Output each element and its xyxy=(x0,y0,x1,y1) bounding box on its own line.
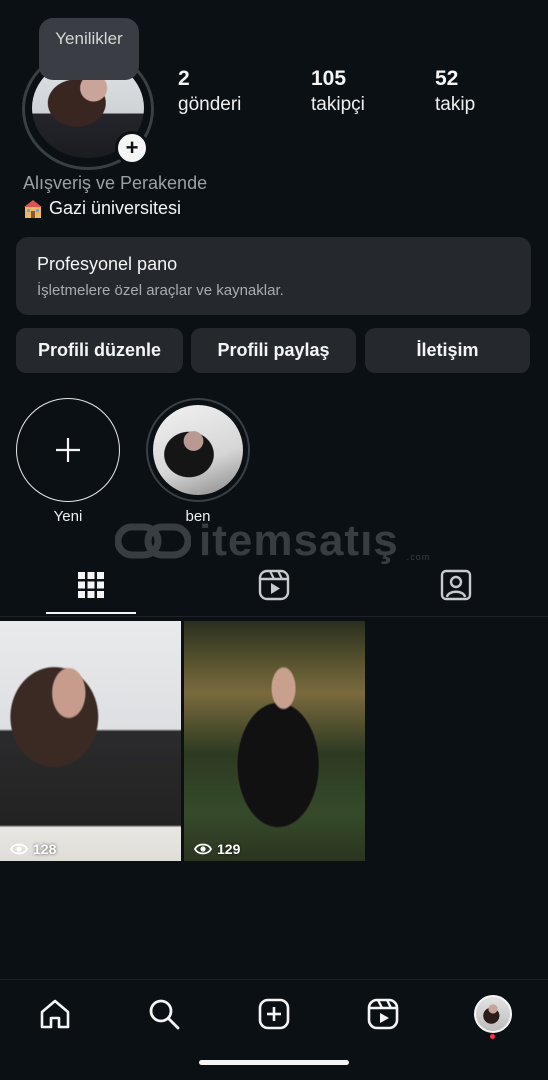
following-stat[interactable]: 52 takip xyxy=(435,66,475,118)
watermark-suffix: .com xyxy=(406,552,431,562)
nav-divider xyxy=(0,979,548,980)
reels-icon xyxy=(367,998,399,1030)
share-profile-button[interactable]: Profili paylaş xyxy=(191,328,356,373)
new-highlight-button[interactable] xyxy=(16,398,120,502)
post-view-count: 129 xyxy=(217,841,241,857)
pro-dashboard-subtitle: İşletmelere özel araçlar ve kaynaklar. xyxy=(37,282,284,299)
post-thumbnail[interactable]: 129 xyxy=(184,621,365,861)
notification-dot xyxy=(490,1034,495,1039)
tagged-icon xyxy=(440,569,472,601)
school-name: Gazi üniversitesi xyxy=(49,198,182,218)
watermark: itemsatış .com xyxy=(115,513,430,568)
edit-profile-button[interactable]: Profili düzenle xyxy=(16,328,183,373)
followers-label: takipçi xyxy=(311,94,365,115)
eye-icon xyxy=(194,843,212,855)
nav-reels[interactable] xyxy=(358,990,408,1038)
posts-label: gönderi xyxy=(178,94,242,115)
post-thumbnail[interactable]: 128 xyxy=(0,621,181,861)
plus-icon xyxy=(56,438,80,462)
nav-search[interactable] xyxy=(139,990,189,1038)
professional-dashboard-card[interactable]: Profesyonel pano İşletmelere özel araçla… xyxy=(16,237,531,315)
reels-icon xyxy=(258,569,290,601)
create-post-icon xyxy=(258,998,290,1030)
tab-tagged[interactable] xyxy=(433,562,479,608)
nav-profile[interactable] xyxy=(468,990,518,1038)
active-tab-indicator xyxy=(46,612,136,614)
posts-count: 2 xyxy=(178,67,190,90)
followers-count: 105 xyxy=(311,67,347,90)
home-indicator xyxy=(199,1060,349,1065)
eye-icon xyxy=(10,843,28,855)
highlight-cover-image[interactable] xyxy=(153,405,243,495)
home-icon xyxy=(40,999,70,1029)
profile-category: Alışveriş ve Perakende xyxy=(23,173,208,193)
posts-stat[interactable]: 2 gönderi xyxy=(178,66,241,118)
school-emoji-icon xyxy=(24,199,42,218)
following-label: takip xyxy=(435,94,476,115)
post-views: 128 xyxy=(10,841,56,857)
nav-create[interactable] xyxy=(249,990,299,1038)
post-views: 129 xyxy=(194,841,240,857)
pro-dashboard-title: Profesyonel pano xyxy=(37,254,178,274)
search-icon xyxy=(149,999,180,1030)
highlight-label-new: Yeni xyxy=(53,508,83,525)
followers-stat[interactable]: 105 takipçi xyxy=(311,66,365,118)
profile-school: Gazi üniversitesi xyxy=(23,198,181,219)
contact-button[interactable]: İletişim xyxy=(365,328,530,373)
watermark-logo-icon xyxy=(115,523,191,558)
tab-grid[interactable] xyxy=(68,562,114,608)
tab-reels[interactable] xyxy=(251,562,297,608)
whats-new-tooltip[interactable]: Yenilikler xyxy=(39,18,139,80)
add-story-icon[interactable]: + xyxy=(115,131,149,165)
post-view-count: 128 xyxy=(33,841,57,857)
grid-icon xyxy=(78,572,104,598)
profile-avatar-icon xyxy=(474,995,512,1033)
tab-divider xyxy=(0,616,548,617)
following-count: 52 xyxy=(435,67,459,90)
nav-home[interactable] xyxy=(30,990,80,1038)
watermark-text: itemsatış xyxy=(199,515,399,565)
